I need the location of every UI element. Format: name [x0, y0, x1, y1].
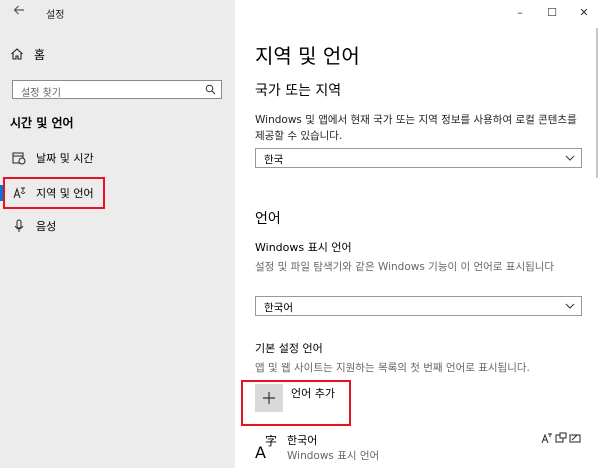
- language-heading: 언어: [255, 211, 281, 227]
- home-icon: [10, 47, 26, 61]
- highlight-box: [3, 177, 105, 209]
- back-arrow-icon: [13, 5, 24, 15]
- search-placeholder: 설정 찾기: [21, 88, 61, 99]
- minimize-button[interactable]: –: [504, 0, 536, 24]
- sidebar-item-label: 음성: [36, 220, 57, 233]
- region-heading: 국가 또는 지역: [255, 83, 342, 99]
- language-pack-icon: [541, 433, 552, 444]
- titlebar: 설정: [0, 0, 235, 26]
- window-controls: – ☐ ✕: [504, 0, 600, 24]
- speech-icon: [555, 432, 567, 443]
- calendar-clock-icon: [12, 151, 26, 165]
- region-dropdown[interactable]: 한국: [255, 148, 582, 168]
- home-button[interactable]: 홈: [10, 44, 210, 64]
- section-title: 시간 및 언어: [10, 116, 74, 130]
- chevron-down-icon: [565, 303, 575, 309]
- maximize-button[interactable]: ☐: [536, 0, 568, 24]
- settings-window: 설정 홈 설정 찾기 시간 및 언어 날짜 및 시간 지역 및 언어 음성 – …: [0, 0, 600, 468]
- language-icon: A 字: [255, 432, 281, 465]
- display-language-value: 한국어: [264, 302, 293, 314]
- microphone-icon: [12, 219, 26, 233]
- display-language-dropdown[interactable]: 한국어: [255, 296, 582, 316]
- sidebar-item-label: 날짜 및 시간: [36, 152, 94, 165]
- chevron-down-icon: [565, 155, 575, 161]
- language-list-item[interactable]: A 字 한국어 Windows 표시 언어: [255, 430, 585, 468]
- region-value: 한국: [264, 154, 284, 166]
- close-button[interactable]: ✕: [568, 0, 600, 24]
- home-label: 홈: [34, 47, 46, 62]
- region-description: Windows 및 앱에서 현재 국가 또는 지역 정보를 사용하여 로컬 콘텐…: [255, 114, 577, 142]
- language-sub: Windows 표시 언어: [287, 450, 380, 462]
- display-language-description: 설정 및 파일 탐색기와 같은 Windows 기능이 이 언어로 표시됩니다: [255, 261, 555, 273]
- highlight-box: [241, 380, 351, 426]
- page-title: 지역 및 언어: [255, 44, 360, 68]
- search-icon: [205, 84, 216, 95]
- preferred-language-label: 기본 설정 언어: [255, 342, 323, 355]
- preferred-language-description: 앱 및 웹 사이트는 지원하는 목록의 첫 번째 언어로 표시됩니다.: [255, 362, 530, 374]
- sidebar: 설정 홈 설정 찾기 시간 및 언어 날짜 및 시간 지역 및 언어 음성: [0, 0, 235, 468]
- search-input[interactable]: 설정 찾기: [12, 80, 222, 99]
- handwriting-icon: [569, 434, 581, 443]
- svg-text:字: 字: [265, 433, 277, 448]
- language-name: 한국어: [287, 434, 318, 447]
- sidebar-item-speech[interactable]: 음성: [0, 214, 235, 238]
- sidebar-item-date-time[interactable]: 날짜 및 시간: [0, 146, 235, 170]
- scrollbar[interactable]: [596, 28, 598, 178]
- back-button[interactable]: [8, 3, 30, 23]
- display-language-label: Windows 표시 언어: [255, 241, 352, 254]
- language-features: [541, 432, 581, 444]
- app-title: 설정: [46, 10, 65, 21]
